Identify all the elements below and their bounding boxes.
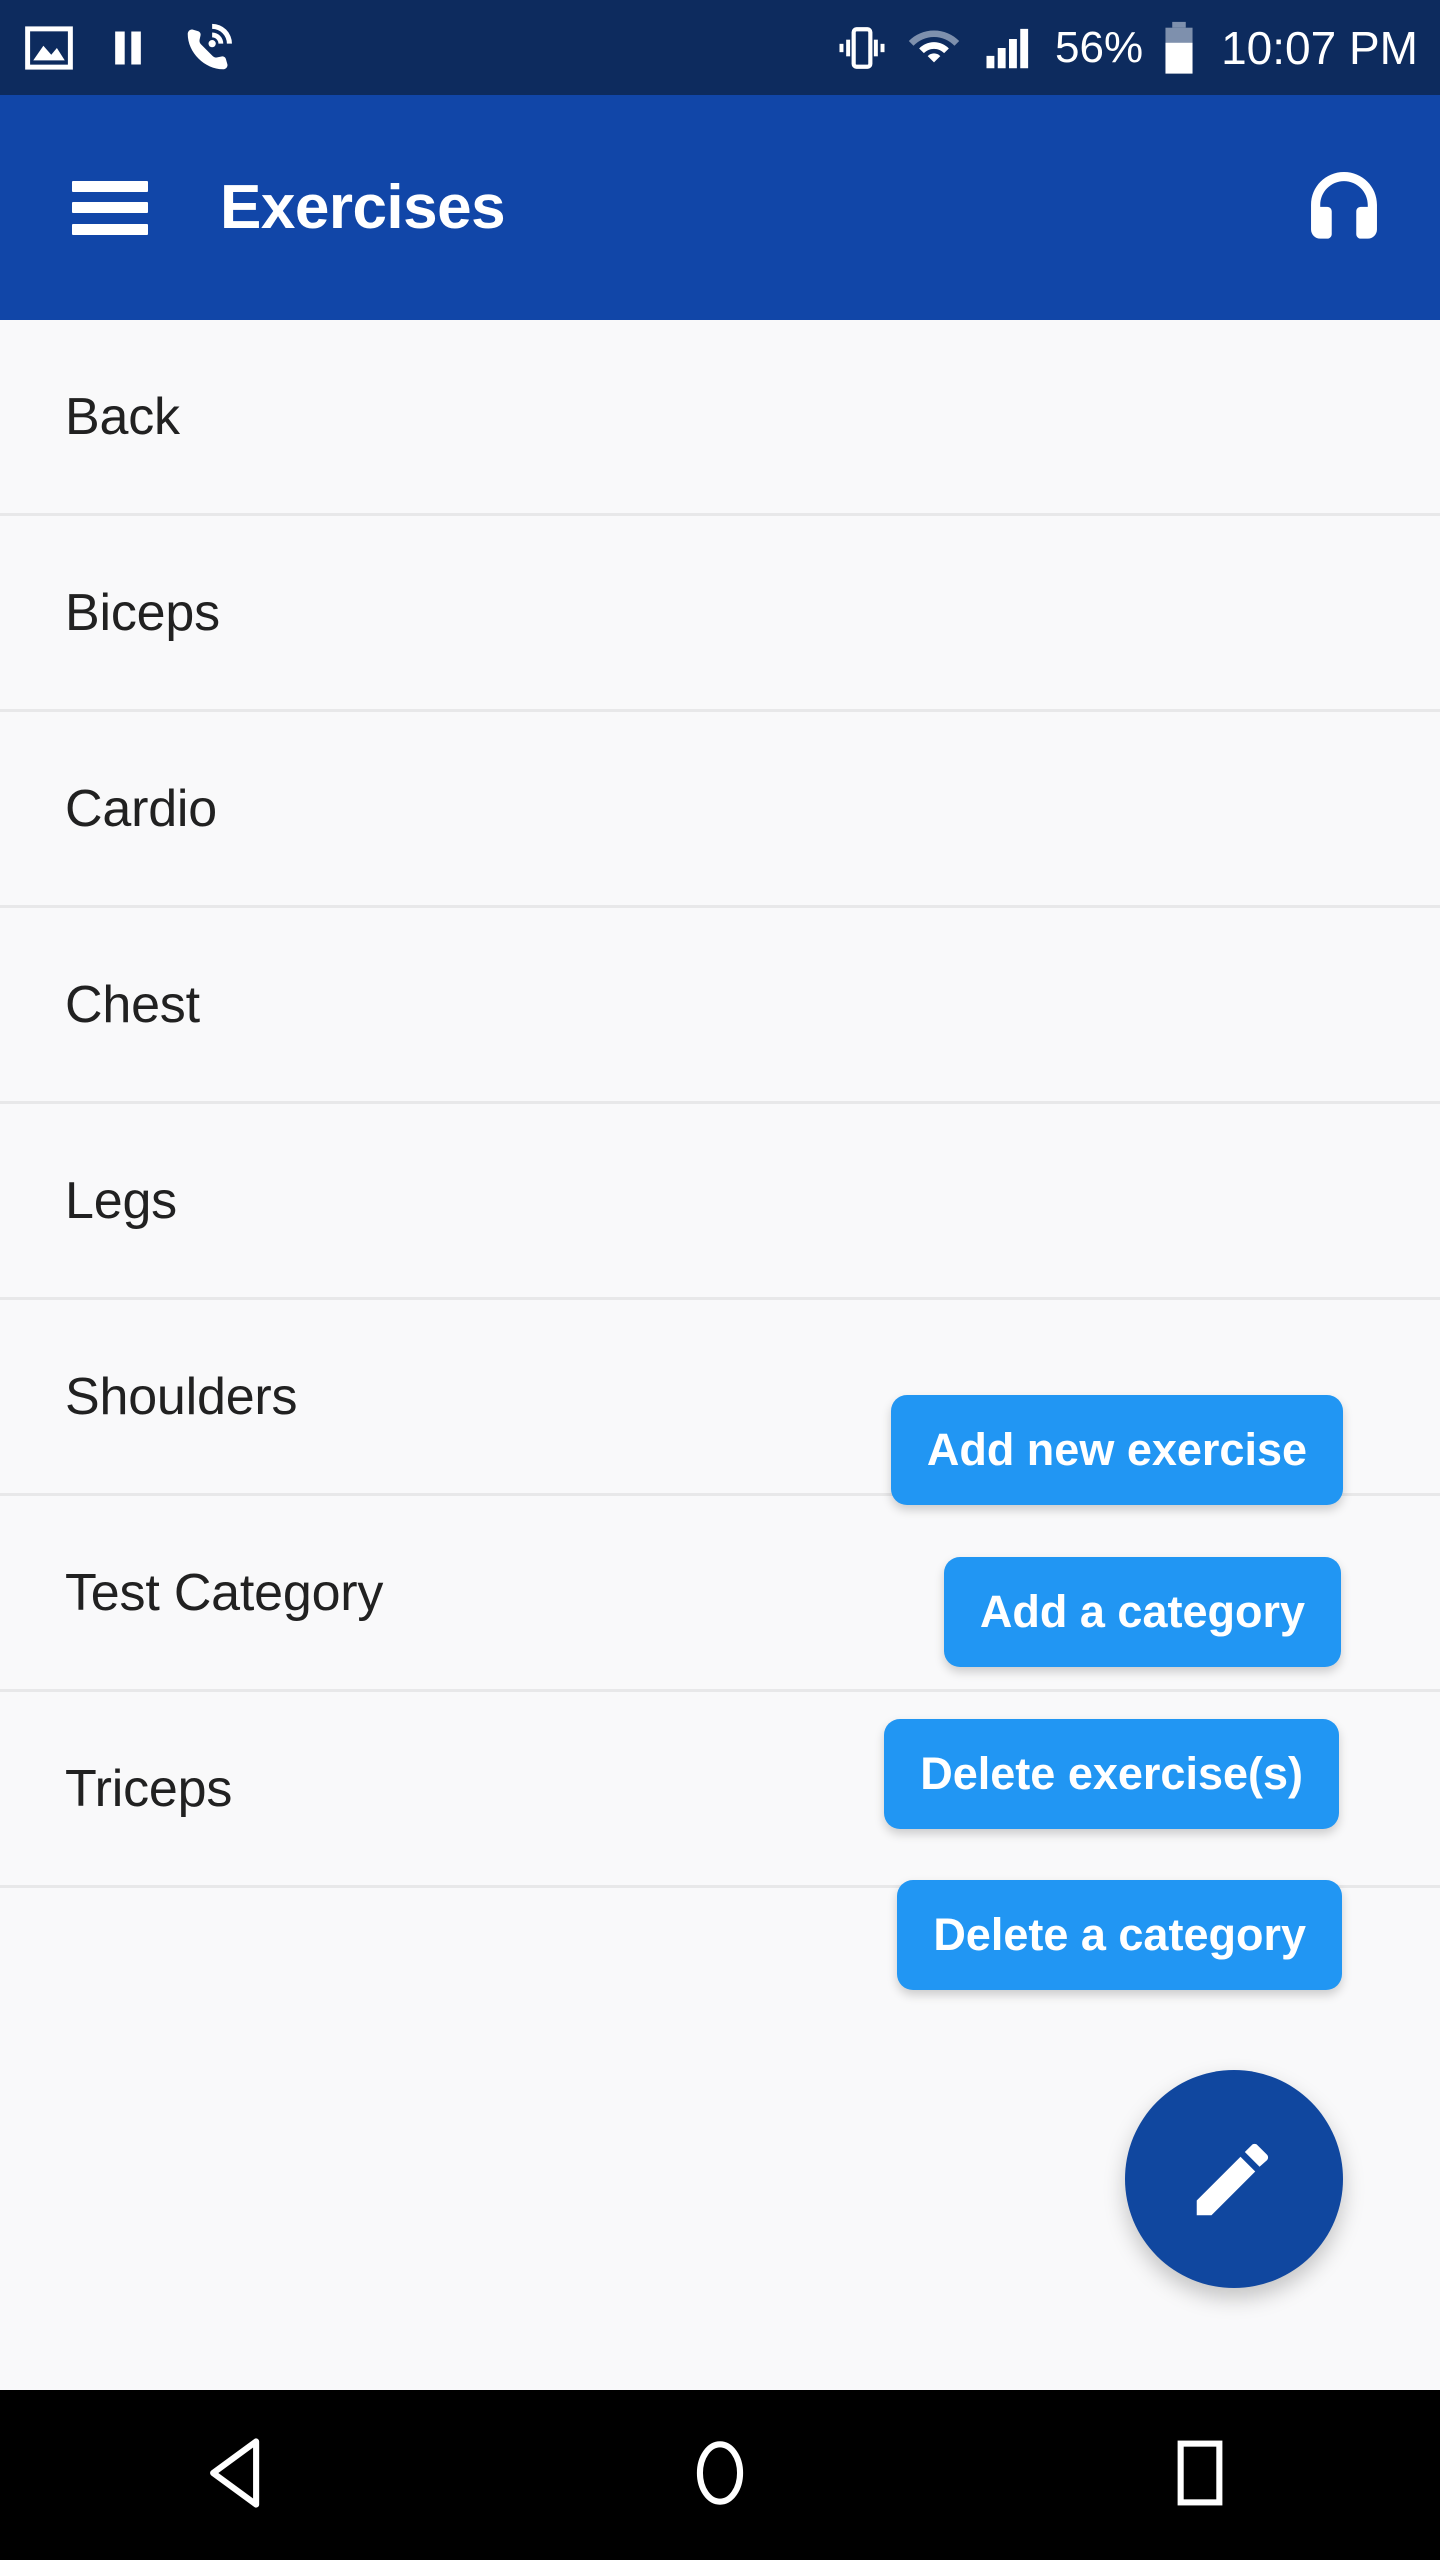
list-item[interactable]: Biceps xyxy=(0,516,1440,712)
list-item[interactable]: Cardio xyxy=(0,712,1440,908)
signal-icon xyxy=(986,28,1029,68)
list-item[interactable]: Chest xyxy=(0,908,1440,1104)
vibrate-icon xyxy=(839,26,885,69)
wifi-icon xyxy=(908,29,960,62)
delete-a-category-button[interactable]: Delete a category xyxy=(897,1880,1342,1990)
hamburger-bar xyxy=(72,223,148,235)
edit-fab-button[interactable] xyxy=(1125,2070,1343,2288)
list-item-label: Cardio xyxy=(65,779,217,838)
pause-icon xyxy=(115,31,141,64)
list-item-label: Biceps xyxy=(65,583,220,642)
list-item-label: Back xyxy=(65,387,180,446)
status-bar-clock: 10:07 PM xyxy=(1221,21,1418,74)
home-circle-icon xyxy=(677,2430,763,2521)
status-bar-left-icons xyxy=(22,19,238,77)
battery-percent-label: 56% xyxy=(1055,22,1144,72)
pencil-edit-icon xyxy=(1182,2126,1286,2233)
add-new-exercise-button[interactable]: Add new exercise xyxy=(890,1395,1343,1505)
list-item-label: Triceps xyxy=(65,1759,233,1818)
battery-icon xyxy=(1165,21,1193,74)
category-list: Back Biceps Cardio Chest Legs Shoulders … xyxy=(0,320,1440,2390)
status-bar-right-icons: 56% 10:07 PM xyxy=(837,19,1418,77)
page-title: Exercises xyxy=(220,173,506,242)
list-item-label: Test Category xyxy=(65,1563,384,1622)
add-a-category-button[interactable]: Add a category xyxy=(943,1557,1341,1667)
android-nav-bar xyxy=(0,2390,1440,2560)
hamburger-bar xyxy=(72,202,148,213)
back-triangle-icon xyxy=(197,2430,283,2521)
list-item-label: Legs xyxy=(65,1171,177,1230)
image-icon xyxy=(25,25,73,70)
status-bar: 56% 10:07 PM xyxy=(0,0,1440,95)
list-item[interactable]: Legs xyxy=(0,1104,1440,1300)
list-item-label: Shoulders xyxy=(65,1367,298,1426)
app-bar: Exercises xyxy=(0,95,1440,320)
list-item-label: Chest xyxy=(65,975,200,1034)
list-item[interactable]: Back xyxy=(0,320,1440,516)
phone-screen: 56% 10:07 PM Exercises Back Biceps Cardi… xyxy=(0,0,1440,2560)
delete-exercises-button[interactable]: Delete exercise(s) xyxy=(884,1719,1339,1829)
recents-square-icon xyxy=(1157,2430,1243,2521)
nav-recents-button[interactable] xyxy=(1100,2390,1300,2560)
nav-home-button[interactable] xyxy=(620,2390,820,2560)
headphones-icon[interactable] xyxy=(1296,160,1392,256)
hamburger-menu-icon[interactable] xyxy=(72,180,148,235)
nav-back-button[interactable] xyxy=(140,2390,340,2560)
call-wifi-icon xyxy=(187,23,232,69)
hamburger-bar xyxy=(72,180,148,192)
